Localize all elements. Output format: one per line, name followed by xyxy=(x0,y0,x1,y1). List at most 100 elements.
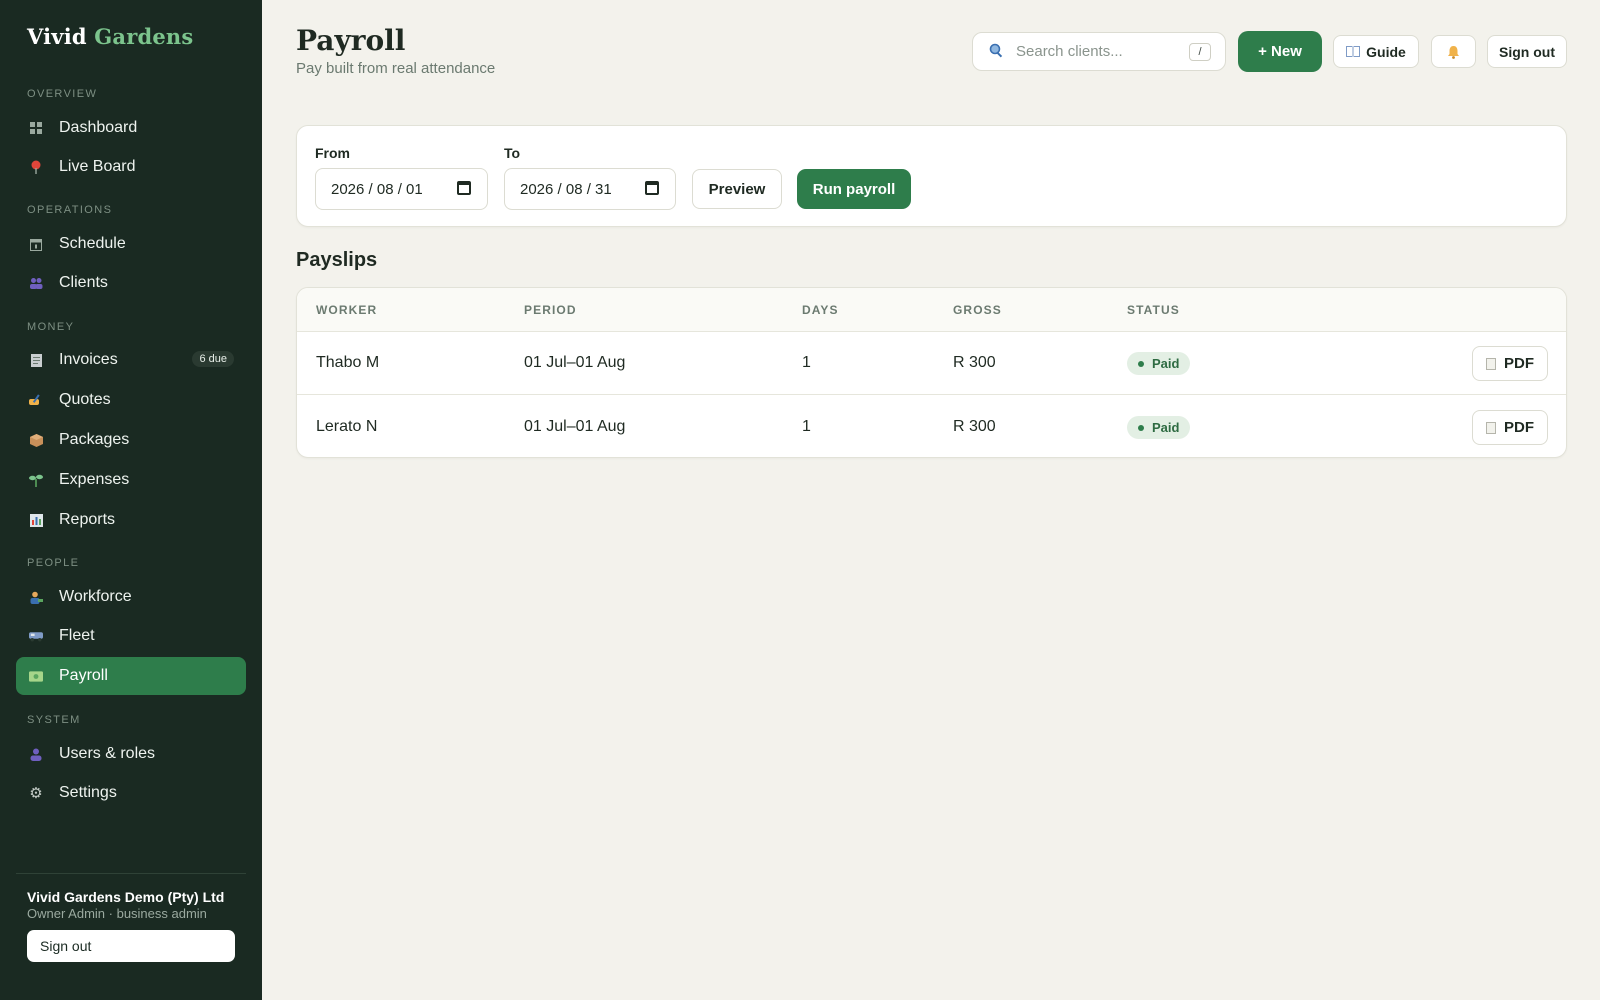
table-row: Lerato N 01 Jul–01 Aug 1 R 300 Paid PDF xyxy=(297,396,1566,457)
document-icon xyxy=(1486,357,1496,370)
column-header-status: STATUS xyxy=(1127,303,1180,317)
sidebar-item-fleet[interactable]: Fleet xyxy=(16,617,246,655)
seedling-icon xyxy=(29,473,43,487)
guide-label: Guide xyxy=(1366,43,1406,60)
nav-section-money: MONEY xyxy=(27,321,75,333)
pdf-download-button[interactable]: PDF xyxy=(1472,346,1548,381)
page-subtitle: Pay built from real attendance xyxy=(296,60,496,77)
payslips-table: WORKER PERIOD DAYS GROSS STATUS Thabo M … xyxy=(296,287,1567,458)
sidebar-item-label: Invoices xyxy=(59,351,118,368)
run-payroll-button[interactable]: Run payroll xyxy=(797,169,911,209)
payslips-section-title: Payslips xyxy=(296,249,378,271)
sidebar-item-label: Settings xyxy=(59,784,117,801)
pin-icon xyxy=(29,160,43,174)
sidebar-item-clients[interactable]: Clients xyxy=(16,264,246,302)
sidebar-item-live-board[interactable]: Live Board xyxy=(16,148,246,186)
page-title: Payroll xyxy=(296,24,406,57)
sidebar-item-payroll[interactable]: Payroll xyxy=(16,657,246,695)
sidebar-divider xyxy=(16,873,246,874)
sidebar-item-reports[interactable]: Reports xyxy=(16,501,246,539)
search-icon xyxy=(989,43,1004,61)
sidebar-item-label: Quotes xyxy=(59,391,111,408)
search-input[interactable] xyxy=(1016,43,1176,60)
nav-section-operations: OPERATIONS xyxy=(27,204,113,216)
pen-hand-icon xyxy=(29,393,43,407)
sidebar-item-settings[interactable]: ⚙ Settings xyxy=(16,774,246,812)
sidebar-item-label: Users & roles xyxy=(59,745,156,762)
to-date-value: 2026 / 08 / 31 xyxy=(520,180,612,198)
sidebar-item-users-roles[interactable]: Users & roles xyxy=(16,735,246,773)
status-badge: Paid xyxy=(1127,352,1191,375)
sidebar-item-label: Dashboard xyxy=(59,119,138,136)
calendar-icon[interactable] xyxy=(645,181,659,195)
from-date-input[interactable]: 2026 / 08 / 01 xyxy=(315,168,488,210)
sidebar-item-label: Workforce xyxy=(59,588,132,605)
table-header: WORKER PERIOD DAYS GROSS STATUS xyxy=(297,288,1566,332)
column-header-days: DAYS xyxy=(802,303,839,317)
pdf-download-button[interactable]: PDF xyxy=(1472,410,1548,445)
worker-name: Thabo M xyxy=(316,354,380,371)
invoices-due-badge: 6 due xyxy=(192,351,234,367)
table-row: Thabo M 01 Jul–01 Aug 1 R 300 Paid PDF xyxy=(297,332,1566,395)
receipt-icon xyxy=(29,353,43,367)
column-header-worker: WORKER xyxy=(316,303,378,317)
notifications-button[interactable] xyxy=(1431,35,1476,68)
to-date-input[interactable]: 2026 / 08 / 31 xyxy=(504,168,676,210)
bar-chart-icon xyxy=(29,513,43,527)
sidebar-item-expenses[interactable]: Expenses xyxy=(16,461,246,499)
calendar-icon[interactable] xyxy=(457,181,471,195)
people-icon xyxy=(29,276,43,290)
brand-name-part1: Vivid xyxy=(27,24,87,49)
sidebar-item-label: Clients xyxy=(59,274,108,291)
sidebar-item-label: Packages xyxy=(59,431,130,448)
days-worked: 1 xyxy=(802,354,811,371)
column-header-period: PERIOD xyxy=(524,303,577,317)
status-dot-icon xyxy=(1138,424,1144,431)
money-icon xyxy=(29,669,43,683)
worker-icon xyxy=(29,590,43,604)
nav-section-system: SYSTEM xyxy=(27,714,81,726)
gross-pay: R 300 xyxy=(953,354,996,371)
user-icon xyxy=(29,747,43,761)
sidebar-item-packages[interactable]: Packages xyxy=(16,421,246,459)
gear-icon: ⚙ xyxy=(29,785,43,802)
sidebar-item-workforce[interactable]: Workforce xyxy=(16,578,246,616)
guide-button[interactable]: Guide xyxy=(1333,35,1419,68)
sidebar-item-label: Reports xyxy=(59,511,116,528)
from-date-value: 2026 / 08 / 01 xyxy=(331,180,423,198)
search-box[interactable]: / xyxy=(972,32,1226,71)
sidebar-item-schedule[interactable]: Schedule xyxy=(16,225,246,263)
brand-name-part2: Gardens xyxy=(94,24,194,49)
status-badge: Paid xyxy=(1127,416,1191,439)
payroll-filter-card: From 2026 / 08 / 01 To 2026 / 08 / 31 Pr… xyxy=(296,125,1567,227)
new-button[interactable]: + New xyxy=(1238,31,1322,72)
status-label: Paid xyxy=(1152,356,1180,371)
sidebar: Vivid Gardens OVERVIEW Dashboard Live Bo… xyxy=(0,0,262,1000)
preview-button[interactable]: Preview xyxy=(692,169,782,209)
sidebar-sign-out-button[interactable]: Sign out xyxy=(27,930,235,962)
user-role: Owner Admin · business admin xyxy=(27,906,207,921)
header-sign-out-button[interactable]: Sign out xyxy=(1487,35,1567,68)
sidebar-item-label: Expenses xyxy=(59,471,130,488)
document-icon xyxy=(1486,421,1496,434)
calendar-icon xyxy=(29,237,43,251)
search-shortcut-hint: / xyxy=(1189,43,1211,61)
box-icon xyxy=(29,433,43,447)
gross-pay: R 300 xyxy=(953,418,996,435)
days-worked: 1 xyxy=(802,418,811,435)
sidebar-item-dashboard[interactable]: Dashboard xyxy=(16,109,246,147)
column-header-gross: GROSS xyxy=(953,303,1002,317)
sidebar-item-label: Live Board xyxy=(59,158,136,175)
sidebar-item-quotes[interactable]: Quotes xyxy=(16,381,246,419)
sidebar-item-invoices[interactable]: Invoices 6 due xyxy=(16,341,246,379)
status-dot-icon xyxy=(1138,360,1144,367)
pay-period: 01 Jul–01 Aug xyxy=(524,418,626,435)
sidebar-item-label: Payroll xyxy=(59,667,108,684)
from-date-label: From xyxy=(315,145,350,161)
bell-icon xyxy=(1447,45,1460,59)
sidebar-item-label: Fleet xyxy=(59,627,95,644)
nav-section-overview: OVERVIEW xyxy=(27,88,98,100)
nav-section-people: PEOPLE xyxy=(27,557,80,569)
organization-name: Vivid Gardens Demo (Pty) Ltd xyxy=(27,889,225,905)
brand-logo[interactable]: Vivid Gardens xyxy=(27,24,193,49)
